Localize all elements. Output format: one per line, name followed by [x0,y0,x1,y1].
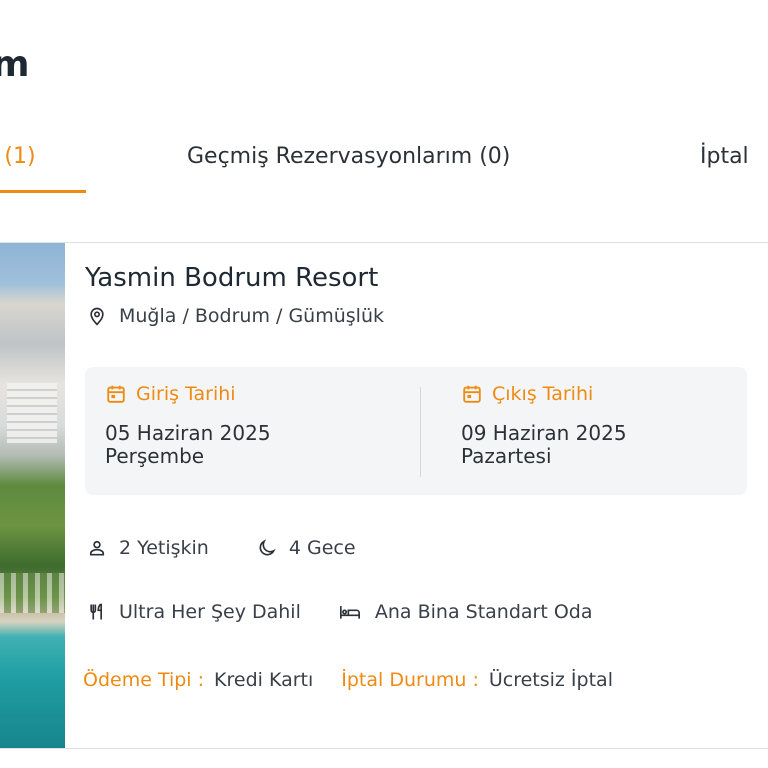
location-text: Muğla / Bodrum / Gümüşlük [119,305,384,327]
tab-cancelled-reservations[interactable]: İptal [700,144,749,169]
checkin-date: Giriş Tarihi 05 Haziran 2025 Perşembe [105,383,271,467]
person-icon [89,540,105,556]
checkin-day: Perşembe [105,444,205,468]
dates-box: Giriş Tarihi 05 Haziran 2025 Perşembe Çı… [85,367,747,495]
moon-icon [259,539,276,556]
bed-icon [339,606,360,619]
cancel-status-label: İptal Durumu : [341,669,479,691]
map-pin-icon [90,307,104,326]
payment-type-label: Ödeme Tipi : [83,669,205,691]
board-type: Ultra Her Şey Dahil [87,601,301,623]
cancel-status-value: Ücretsiz İptal [488,669,613,691]
nights: 4 Gece [257,537,356,559]
room-info-row: Ultra Her Şey Dahil Ana Bina Standart Od… [87,601,593,623]
hotel-name[interactable]: Yasmin Bodrum Resort [85,263,378,293]
calendar-icon [107,385,125,403]
reservation-tabs: um (1) Geçmiş Rezervasyonlarım (0) İptal [0,0,768,200]
guests-text: 2 Yetişkin [119,537,209,559]
checkin-label: Giriş Tarihi [136,383,236,405]
cutlery-icon [90,603,102,620]
date-divider [420,387,421,477]
payment-row: Ödeme Tipi : Kredi Kartı İptal Durumu : … [83,669,613,691]
room-type: Ana Bina Standart Oda [337,601,593,623]
payment-type-value: Kredi Kartı [214,669,314,691]
room-type-text: Ana Bina Standart Oda [374,601,593,623]
calendar-icon [463,385,481,403]
tab-active-reservations[interactable]: um (1) [0,144,36,169]
reservation-card[interactable]: Yasmin Bodrum Resort Muğla / Bodrum / Gü… [0,242,768,749]
checkout-date: Çıkış Tarihi 09 Haziran 2025 Pazartesi [461,383,627,467]
hotel-location: Muğla / Bodrum / Gümüşlük [87,305,384,327]
nights-text: 4 Gece [288,537,356,559]
checkout-label: Çıkış Tarihi [492,383,594,405]
checkout-day: Pazartesi [461,444,552,468]
tab-past-reservations[interactable]: Geçmiş Rezervasyonlarım (0) [187,144,510,169]
checkin-date-value: 05 Haziran 2025 [105,421,271,445]
hotel-image[interactable] [0,243,65,748]
checkout-date-value: 09 Haziran 2025 [461,421,627,445]
guests: 2 Yetişkin [87,537,209,559]
board-type-text: Ultra Her Şey Dahil [119,601,301,623]
active-tab-indicator [0,190,86,193]
guest-info-row: 2 Yetişkin 4 Gece [87,537,356,559]
